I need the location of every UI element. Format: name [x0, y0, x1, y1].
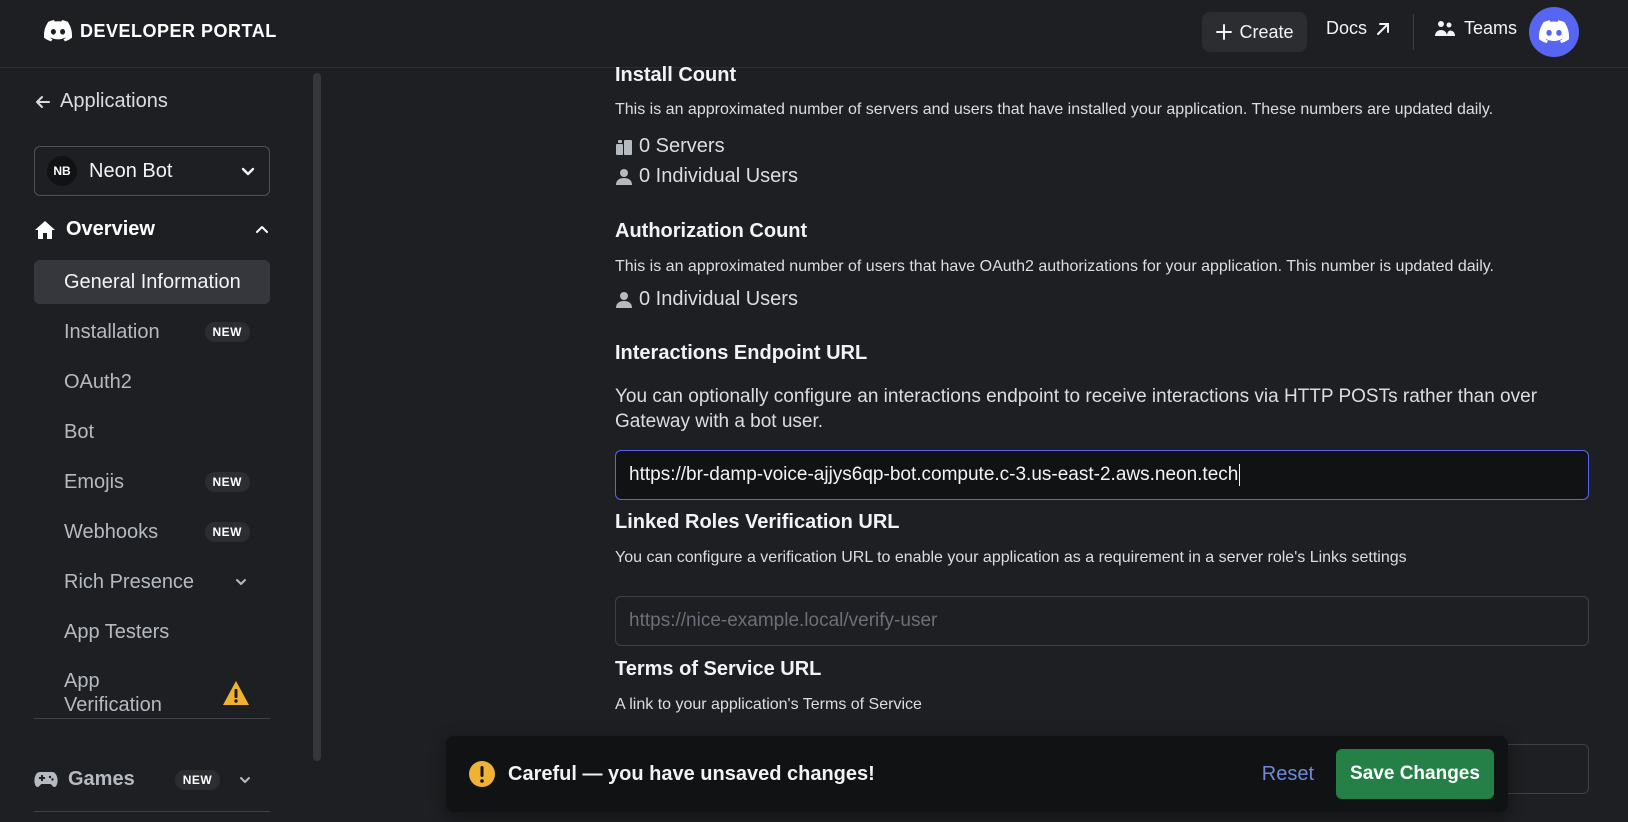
save-changes-button[interactable]: Save Changes [1336, 749, 1494, 799]
sidebar-item-label: Webhooks [64, 520, 159, 543]
sidebar-item-webhooks[interactable]: Webhooks NEW [34, 510, 270, 554]
user-icon [616, 168, 632, 185]
servers-icon [616, 139, 632, 155]
sidebar-item-label: Emojis [64, 470, 125, 493]
linked-roles-description: You can configure a verification URL to … [615, 549, 1407, 566]
sidebar-item-label: OAuth2 [64, 370, 132, 393]
auth-users-count: 0 Individual Users [639, 288, 798, 310]
sidebar-item-label: Rich Presence [64, 570, 195, 593]
arrow-left-icon [36, 95, 50, 108]
sidebar-item-general-information[interactable]: General Information [34, 260, 270, 304]
authorization-count-description: This is an approximated number of users … [615, 258, 1494, 275]
exclamation-icon [469, 761, 495, 787]
user-avatar[interactable] [1529, 7, 1579, 57]
app-name: Neon Bot [89, 159, 173, 182]
docs-label: Docs [1326, 18, 1368, 38]
linked-roles-title: Linked Roles Verification URL [615, 511, 900, 533]
install-count-title: Install Count [615, 64, 737, 86]
discord-logo-icon [44, 20, 72, 42]
app-selector-dropdown[interactable]: NB Neon Bot [34, 146, 270, 196]
chevron-down-icon [240, 776, 251, 783]
interactions-endpoint-title: Interactions Endpoint URL [615, 342, 868, 364]
teams-label: Teams [1464, 18, 1518, 38]
top-bar: DEVELOPER PORTAL Create Docs Teams [0, 0, 1628, 68]
unsaved-changes-bar: Careful — you have unsaved changes! Rese… [446, 736, 1508, 812]
sidebar-item-bot[interactable]: Bot [34, 410, 270, 454]
teams-button[interactable]: Teams [1434, 18, 1517, 39]
sidebar: Applications NB Neon Bot Overview Genera… [0, 68, 320, 822]
interactions-endpoint-input[interactable]: https://br-damp-voice-ajjys6qp-bot.compu… [615, 450, 1589, 500]
new-badge: NEW [174, 769, 221, 790]
sidebar-item-app-testers[interactable]: App Testers [34, 610, 270, 654]
new-badge: NEW [204, 522, 250, 542]
overview-label: Overview [66, 218, 155, 240]
games-section-toggle[interactable]: Games NEW [34, 768, 270, 791]
label-line-1: App [64, 670, 100, 692]
back-label: Applications [60, 90, 168, 112]
linked-roles-input[interactable]: https://nice-example.local/verify-user [615, 596, 1589, 646]
sidebar-item-oauth2[interactable]: OAuth2 [34, 360, 270, 404]
terms-of-service-description: A link to your application's Terms of Se… [615, 696, 922, 713]
developer-portal-logo[interactable]: DEVELOPER PORTAL [44, 20, 277, 42]
terms-of-service-title: Terms of Service URL [615, 658, 822, 680]
text-caret [1239, 464, 1241, 486]
docs-link[interactable]: Docs [1326, 18, 1391, 39]
interactions-endpoint-value: https://br-damp-voice-ajjys6qp-bot.compu… [629, 464, 1239, 485]
user-icon [616, 291, 632, 308]
new-badge: NEW [204, 322, 250, 342]
logo-text: DEVELOPER PORTAL [80, 20, 277, 41]
auth-users-stat: 0 Individual Users [615, 288, 798, 311]
home-icon [35, 220, 55, 239]
interactions-endpoint-description: You can optionally configure an interact… [615, 386, 1538, 432]
sidebar-item-emojis[interactable]: Emojis NEW [34, 460, 270, 504]
sidebar-item-installation[interactable]: Installation NEW [34, 310, 270, 354]
install-count-description: This is an approximated number of server… [615, 101, 1494, 118]
create-button[interactable]: Create [1202, 12, 1307, 52]
install-users-count: 0 Individual Users [639, 165, 798, 187]
sidebar-divider [34, 811, 270, 812]
external-arrow-icon [1377, 22, 1390, 35]
chevron-down-icon [236, 579, 246, 585]
servers-stat: 0 Servers [615, 135, 725, 158]
new-badge: NEW [204, 472, 250, 492]
sidebar-item-app-verification[interactable]: App Verification [34, 666, 270, 720]
games-label: Games [68, 768, 135, 790]
overview-section-toggle[interactable]: Overview [34, 218, 270, 241]
sidebar-scrollbar[interactable] [313, 73, 321, 761]
sidebar-item-rich-presence[interactable]: Rich Presence [34, 560, 270, 604]
install-users-stat: 0 Individual Users [615, 165, 798, 188]
reset-button[interactable]: Reset [1262, 763, 1314, 786]
discord-avatar-icon [1539, 20, 1569, 44]
sidebar-item-label: App Verification [64, 669, 162, 717]
unsaved-changes-message: Careful — you have unsaved changes! [508, 762, 875, 785]
warning-icon [223, 681, 249, 705]
label-line-2: Verification [64, 694, 162, 716]
create-label: Create [1239, 21, 1294, 42]
sidebar-divider [34, 718, 270, 719]
plus-icon [1216, 24, 1233, 40]
linked-roles-placeholder: https://nice-example.local/verify-user [629, 610, 938, 631]
gamepad-icon [34, 771, 58, 787]
app-avatar: NB [47, 156, 77, 186]
authorization-count-title: Authorization Count [615, 220, 808, 242]
chevron-up-icon [256, 225, 268, 233]
sidebar-item-label: General Information [64, 270, 241, 293]
teams-icon [1435, 20, 1455, 36]
back-to-applications-link[interactable]: Applications [34, 90, 168, 113]
chevron-down-icon [241, 167, 255, 176]
servers-count: 0 Servers [639, 135, 725, 157]
header-divider [1413, 14, 1414, 50]
sidebar-item-label: Bot [64, 420, 95, 443]
sidebar-item-label: App Testers [64, 620, 170, 643]
sidebar-item-label: Installation [64, 320, 160, 343]
